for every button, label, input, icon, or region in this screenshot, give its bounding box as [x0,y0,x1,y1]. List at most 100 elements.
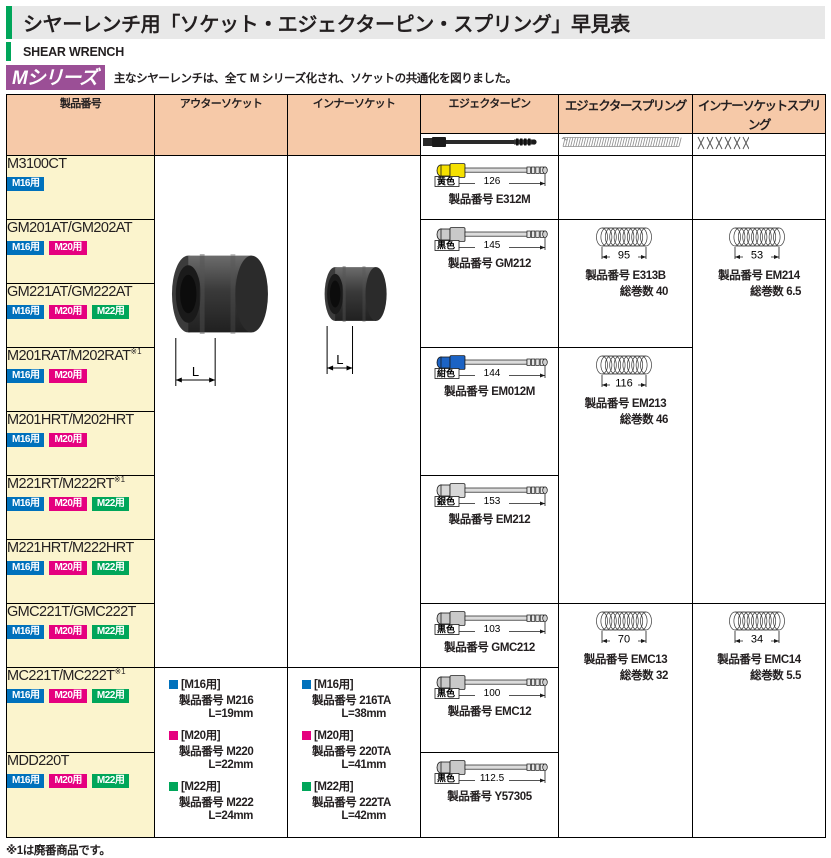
size-tag-m20: M20用 [49,497,87,512]
product-cell[interactable]: M3100CT M16用 [6,155,155,220]
product-name: MDD220T [7,752,69,769]
size-tag-m22: M22用 [91,625,130,640]
size-tag-m20: M20用 [49,774,87,789]
product-name: GM221AT/GM222AT [7,283,133,300]
size-tag-list: M16用 M20用 [7,369,154,384]
outer-socket-spec-size: [M22用] [181,781,221,793]
product-cell[interactable]: GM221AT/GM222AT M16用 M20用 M22用 [6,283,155,348]
m16-color-swatch [169,679,178,689]
ejector-spring-part-no: 製品番号 EM213 [584,398,667,410]
ejector-pin-part: 黒色 145 製品番号 GM212 [421,220,558,277]
col-header-inner-socket: インナーソケット [287,94,421,156]
subtitle-accent-bar [6,42,11,61]
m16-color-swatch [302,679,311,689]
pin-length-value: 112.5 [479,773,504,784]
inner-socket-spec-cell: [M16用] 製品番号 216TA L=38mm [M20用] 製品番号 220… [287,667,421,838]
size-tag-m20: M20用 [49,241,87,256]
product-name: M201RAT/M202RAT※1 [7,347,142,364]
product-cell[interactable]: M221RT/M222RT※1 M16用 M20用 M22用 [6,475,155,540]
ejector-pin-cell: 黒色 112.5 製品番号 Y57305 [420,752,559,838]
inner-socket-spec-size: [M20用] [314,730,354,742]
inner-socket-photo: L [324,266,387,374]
ejector-pin-cell: 黒色 103 製品番号 GMC212 [420,603,559,668]
inner-socket-dim-label: L [336,352,343,367]
footnote: ※1は廃番商品です。 [6,845,111,857]
product-cell[interactable]: M221HRT/M222HRT M16用 M20用 M22用 [6,539,155,604]
ejector-pin-cell: 黒色 100 製品番号 EMC12 [420,667,559,753]
pin-length-value: 153 [483,496,500,507]
ejector-spring-drawing: 116 [595,355,652,390]
size-tag-m22: M22用 [91,561,130,576]
size-tag-list: M16用 M20用 M22用 [7,497,154,512]
outer-socket-spec-part-no: 製品番号 M220 [179,746,254,758]
size-tag-m20: M20用 [49,689,87,704]
ejector-pin-drawing: 黒色 145 [434,227,548,251]
page-title: シヤーレンチ用「ソケット・エジェクターピン・スプリング」早見表 [23,14,630,36]
series-note: 主なシヤーレンチは、全て M シリーズ化され、ソケットの共通化を図りました。 [113,72,517,85]
pin-color-label: 黒色 [437,688,455,699]
size-tag-list: M16用 M20用 M22用 [7,689,154,704]
m22-color-swatch [302,781,311,791]
outer-socket-spec-part-no: 製品番号 M216 [179,695,254,707]
inner-socket-spring-part-no: 製品番号 EM214 [718,270,800,282]
outer-socket-spec-length: L=24mm [208,810,253,822]
product-cell[interactable]: MDD220T M16用 M20用 M22用 [6,752,155,838]
inner-socket-spring-coil-count: 総巻数 6.5 [750,286,801,298]
ejector-pin-drawing: 黒色 103 [434,611,548,635]
outer-socket-spec-item: [M22用] 製品番号 M222 L=24mm [169,778,287,822]
size-tag-list: M16用 [7,177,154,192]
inner-socket-spring-icon [692,133,826,156]
outer-socket-image-cell: L [154,155,288,668]
product-name: GM201AT/GM202AT [7,219,133,236]
ejector-pin-part: 黄色 126 製品番号 E312M [421,156,558,213]
page-title-band: シヤーレンチ用「ソケット・エジェクターピン・スプリング」早見表 [6,6,825,39]
ejector-spring-drawing: 95 [595,227,652,262]
ejector-spring-coil-count: 総巻数 40 [619,286,668,298]
size-tag-list: M16用 M20用 M22用 [7,625,154,640]
pin-color-label: 黒色 [437,240,455,251]
inner-socket-spring-part: 53 製品番号 EM214 総巻数 6.5 [693,220,825,305]
ejector-pin-cell: 銀色 153 製品番号 EM212 [420,475,559,604]
ejector-pin-part-no: 製品番号 EM012M [444,386,535,398]
size-tag-m22: M22用 [91,497,130,512]
discontinued-mark: ※1 [113,475,126,484]
size-tag-m20: M20用 [49,433,87,448]
pin-color-label: 黄色 [437,176,455,187]
product-cell[interactable]: M201RAT/M202RAT※1 M16用 M20用 [6,347,155,412]
size-tag-m16: M16用 [7,774,45,789]
ejector-pin-part-no: 製品番号 Y57305 [447,791,532,803]
size-tag-m16: M16用 [7,305,45,320]
size-tag-m20: M20用 [49,369,87,384]
size-tag-list: M16用 M20用 [7,241,154,256]
inner-socket-spec-length: L=38mm [341,708,386,720]
ejector-spring-drawing: 70 [595,611,652,646]
col-header-product-no: 製品番号 [6,94,155,156]
pin-color-label: 銀色 [437,496,455,507]
discontinued-mark: ※1 [130,347,142,356]
ejector-pin-part: 銀色 153 製品番号 EM212 [421,476,558,533]
size-tag-m16: M16用 [7,241,45,256]
ejector-spring-part: 95 製品番号 E313B 総巻数 40 [559,220,692,305]
inner-socket-spec-size: [M16用] [314,679,354,691]
outer-socket-spec-length: L=22mm [208,759,253,771]
pin-length-value: 100 [483,688,500,699]
product-cell[interactable]: GM201AT/GM202AT M16用 M20用 [6,219,155,284]
size-tag-m16: M16用 [7,433,45,448]
pin-color-label: 黒色 [437,773,455,784]
size-tag-list: M16用 M20用 M22用 [7,305,154,320]
ejector-pin-part-no: 製品番号 E312M [448,194,531,206]
inner-socket-spring: 34 製品番号 EMC14 総巻数 5.5 [692,603,826,838]
product-cell[interactable]: GMC221T/GMC222T M16用 M20用 M22用 [6,603,155,668]
inner-socket-spring-length-value: 34 [751,634,763,646]
outer-socket-spec-part-no: 製品番号 M222 [179,797,254,809]
inner-socket-spec-item: [M22用] 製品番号 222TA L=42mm [302,778,420,822]
product-cell[interactable]: M201HRT/M202HRT M16用 M20用 [6,411,155,476]
col-header-ejector-spring: エジェクタースプリング [558,94,693,134]
ejector-pin-part-no: 製品番号 GMC212 [444,642,535,654]
size-tag-m16: M16用 [7,177,45,192]
ejector-pin-part: 黒色 112.5 製品番号 Y57305 [421,753,558,810]
inner-socket-spec-part-no: 製品番号 216TA [312,695,391,707]
ejector-pin-part: 黒色 100 製品番号 EMC12 [421,668,558,725]
product-cell[interactable]: MC221T/MC222T※1 M16用 M20用 M22用 [6,667,155,753]
ejector-spring-part: 116 製品番号 EM213 総巻数 46 [559,348,692,433]
